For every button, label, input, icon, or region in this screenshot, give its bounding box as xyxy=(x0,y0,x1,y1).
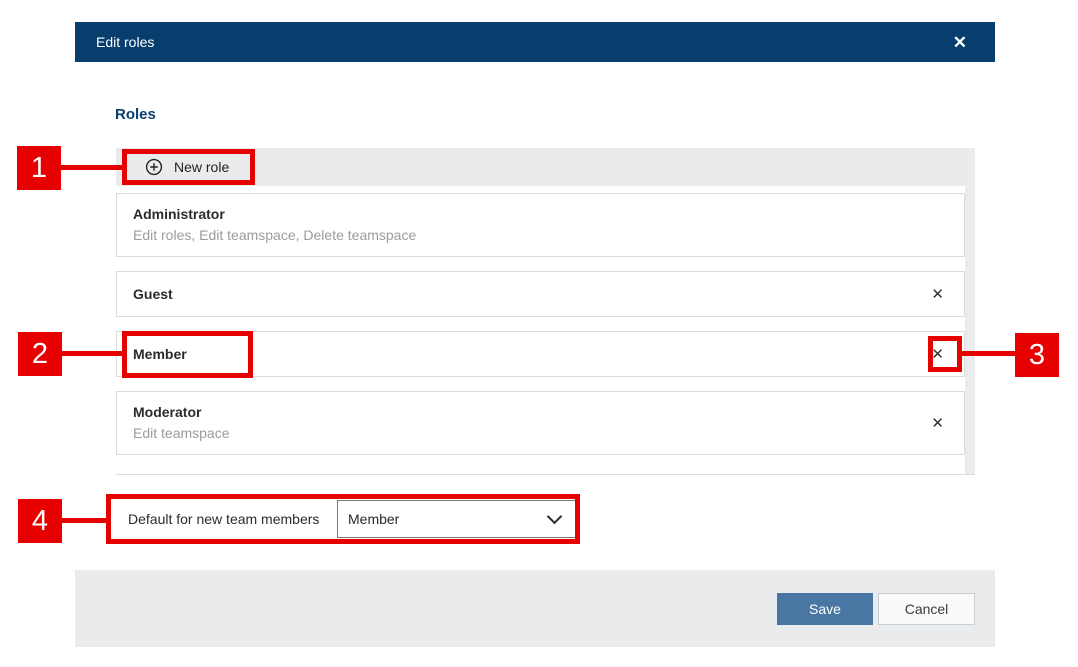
roles-list: Administrator Edit roles, Edit teamspace… xyxy=(116,186,975,475)
role-card-guest: Guest ✕ xyxy=(116,271,965,317)
callout-2-badge: 2 xyxy=(18,332,62,376)
save-button[interactable]: Save xyxy=(777,593,873,625)
dialog-title: Edit roles xyxy=(96,34,154,50)
cancel-button[interactable]: Cancel xyxy=(878,593,975,625)
role-name: Guest xyxy=(133,286,173,303)
delete-role-icon[interactable]: ✕ xyxy=(931,347,944,362)
dialog-header: Edit roles ✕ xyxy=(75,22,995,62)
callout-3-badge: 3 xyxy=(1015,333,1059,377)
callout-4-line xyxy=(62,518,106,523)
callout-1-badge: 1 xyxy=(17,146,61,190)
role-card-moderator: Moderator Edit teamspace ✕ xyxy=(116,391,965,455)
role-card-administrator: Administrator Edit roles, Edit teamspace… xyxy=(116,193,965,257)
new-role-label: New role xyxy=(174,159,229,175)
role-name: Moderator xyxy=(133,404,230,421)
callout-4-badge: 4 xyxy=(18,499,62,543)
close-icon[interactable]: ✕ xyxy=(953,34,967,51)
default-role-selected-value: Member xyxy=(348,511,399,527)
callout-1-line xyxy=(61,165,122,170)
scrollbar-track[interactable] xyxy=(965,186,975,474)
role-permissions: Edit roles, Edit teamspace, Delete teams… xyxy=(133,227,416,244)
roles-panel-header: New role xyxy=(116,148,975,186)
role-permissions: Edit teamspace xyxy=(133,425,230,442)
roles-panel: New role Administrator Edit roles, Edit … xyxy=(116,148,975,475)
dialog-footer: Save Cancel xyxy=(75,570,995,647)
role-card-member: Member ✕ xyxy=(116,331,965,377)
callout-2-line xyxy=(62,351,122,356)
delete-role-icon[interactable]: ✕ xyxy=(931,287,944,302)
role-name: Administrator xyxy=(133,206,416,223)
delete-role-icon[interactable]: ✕ xyxy=(931,416,944,431)
callout-3-line xyxy=(962,351,1015,356)
plus-circle-icon xyxy=(145,158,163,176)
new-role-button[interactable]: New role xyxy=(145,158,229,176)
chevron-down-icon xyxy=(547,509,563,525)
role-name: Member xyxy=(133,346,187,363)
default-role-label: Default for new team members xyxy=(128,511,319,527)
roles-section-label: Roles xyxy=(115,106,156,123)
default-role-select[interactable]: Member xyxy=(337,500,577,538)
